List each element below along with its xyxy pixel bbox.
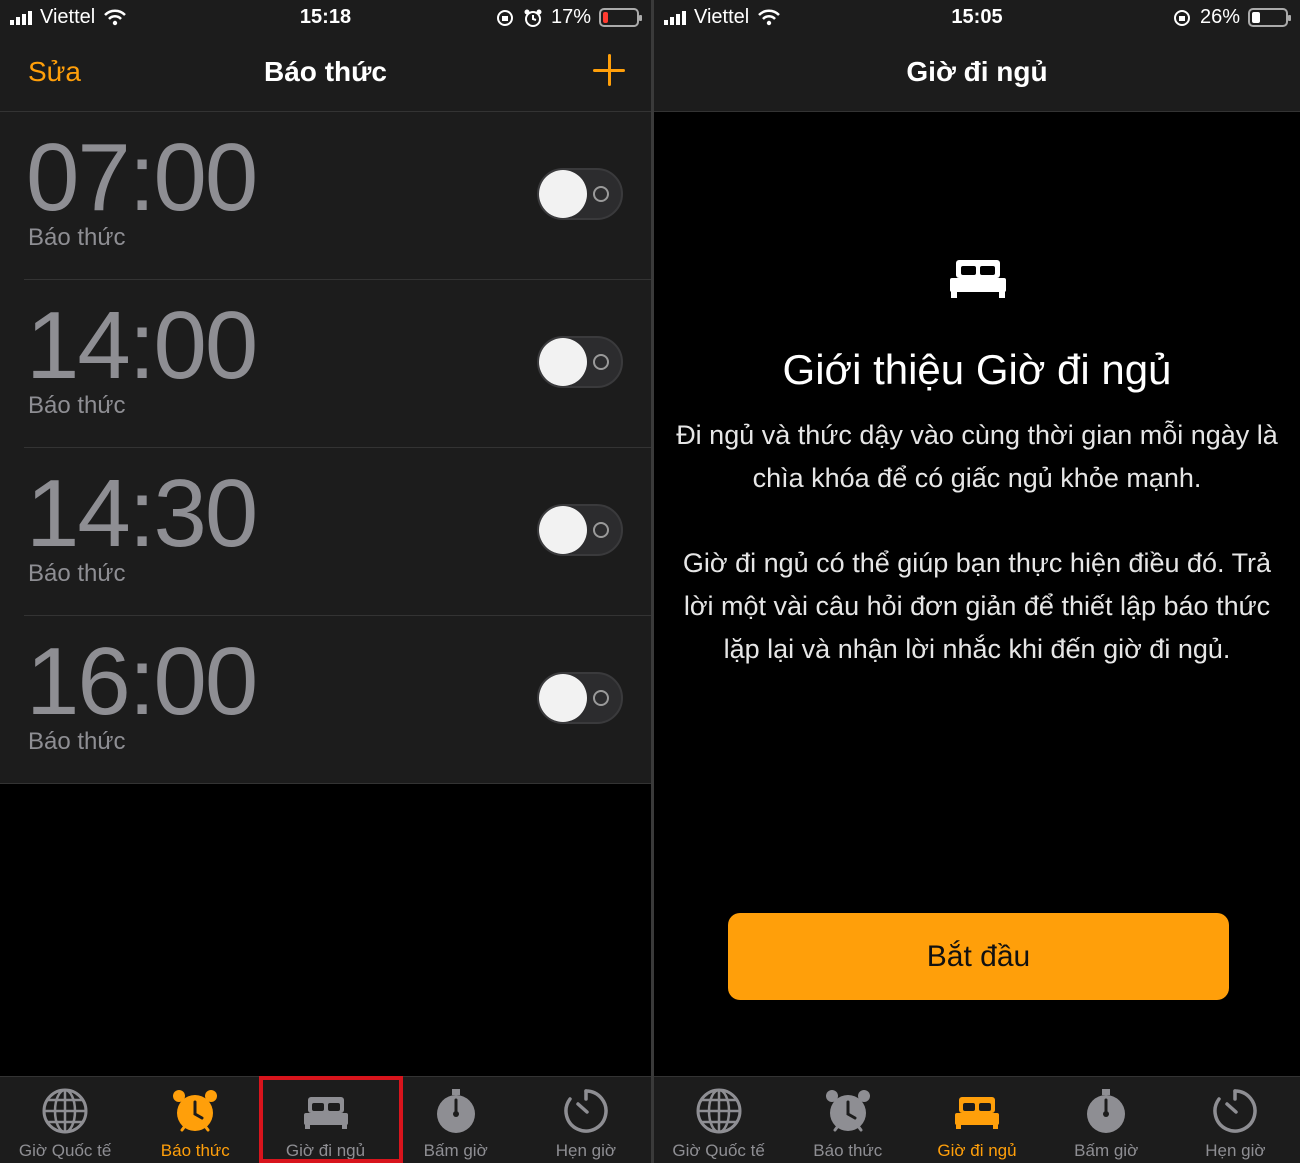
alarm-toggle[interactable] [537,168,623,220]
tab-label: Báo thức [813,1141,883,1160]
nav-bar: Sửa Báo thức [0,36,651,112]
alarm-label: Báo thức [28,224,126,251]
bed-icon [950,260,1006,298]
alarm-toggle[interactable] [537,504,623,556]
tab-stopwatch[interactable]: Bấm giờ [391,1077,521,1163]
row-separator [0,783,651,784]
battery-icon [1248,8,1291,27]
battery-percent: 26% [1199,6,1240,28]
alarm-label: Báo thức [28,728,126,755]
tab-world-clock[interactable]: Giờ Quốc tế [654,1077,783,1163]
page-title: Báo thức [264,56,387,87]
alarm-row[interactable]: 16:00 Báo thức [0,616,651,784]
alarm-toggle[interactable] [537,336,623,388]
start-button[interactable]: Bắt đầu [728,913,1229,1000]
alarm-list: 07:00 Báo thức 14:00 Báo thức 14:30 Báo … [0,112,651,784]
alarm-time: 16:00 [26,628,258,735]
tab-world-clock[interactable]: Giờ Quốc tế [0,1077,130,1163]
rotation-lock-icon [496,9,513,26]
alarm-label: Báo thức [28,560,126,587]
battery-icon [599,8,642,27]
add-alarm-button[interactable] [593,54,625,86]
tab-timer[interactable]: Hẹn giờ [521,1077,651,1163]
timer-icon [1213,1089,1258,1133]
tab-label: Giờ đi ngủ [285,1141,366,1160]
tab-stopwatch[interactable]: Bấm giờ [1042,1077,1171,1163]
tab-bar: Giờ Quốc tế Báo thức Giờ đi ngủ Bấm giờ … [0,1076,651,1163]
alarm-status-icon [524,9,542,27]
status-bar: Viettel 15:18 17% [0,0,651,36]
alarm-screen: Viettel 15:18 17% Sửa Báo thức 07:00 Báo… [0,0,651,1163]
tab-label: Giờ đi ngủ [937,1141,1017,1160]
intro-title: Giới thiệu Giờ đi ngủ [782,346,1172,393]
alarm-label: Báo thức [28,392,126,419]
timer-icon [564,1089,608,1133]
intro-paragraph: Giờ đi ngủ có thể giúp bạn thực hiện điề… [682,548,1272,664]
tab-label: Bấm giờ [423,1141,488,1160]
bed-icon [303,1097,348,1129]
tab-alarm[interactable]: Báo thức [130,1077,260,1163]
globe-icon [696,1088,742,1134]
alarm-time: 07:00 [26,124,258,231]
tab-label: Giờ Quốc tế [18,1141,112,1160]
alarm-row[interactable]: 14:30 Báo thức [0,448,651,616]
tab-bedtime[interactable]: Giờ đi ngủ [260,1077,390,1163]
tab-label: Hẹn giờ [1205,1141,1266,1160]
alarm-time: 14:00 [26,292,258,399]
nav-bar: Giờ đi ngủ [654,36,1300,112]
rotation-lock-icon [1173,9,1190,26]
tab-timer[interactable]: Hẹn giờ [1171,1077,1300,1163]
intro-paragraph: Đi ngủ và thức dậy vào cùng thời gian mỗ… [676,420,1278,493]
alarm-time: 14:30 [26,460,258,567]
alarm-row[interactable]: 07:00 Báo thức [0,112,651,280]
alarm-clock-icon [825,1090,870,1132]
status-bar: Viettel 15:05 26% [654,0,1300,36]
bedtime-screen: Viettel 15:05 26% Giờ đi ngủ Giới thiệu … [654,0,1300,1163]
alarm-toggle[interactable] [537,672,623,724]
alarm-row[interactable]: 14:00 Báo thức [0,280,651,448]
tab-bedtime[interactable]: Giờ đi ngủ [912,1077,1041,1163]
tab-alarm[interactable]: Báo thức [783,1077,912,1163]
tab-label: Hẹn giờ [555,1141,617,1160]
tab-bar: Giờ Quốc tế Báo thức Giờ đi ngủ Bấm giờ … [654,1076,1300,1163]
globe-icon [42,1088,88,1134]
bed-icon [955,1097,999,1129]
battery-percent: 17% [550,6,591,28]
alarm-clock-icon [173,1090,218,1132]
tab-label: Giờ Quốc tế [672,1141,765,1160]
page-title: Giờ đi ngủ [906,56,1048,87]
stopwatch-icon [1087,1089,1126,1133]
tab-label: Bấm giờ [1074,1141,1139,1160]
stopwatch-icon [436,1089,475,1133]
tab-label: Báo thức [160,1141,230,1160]
